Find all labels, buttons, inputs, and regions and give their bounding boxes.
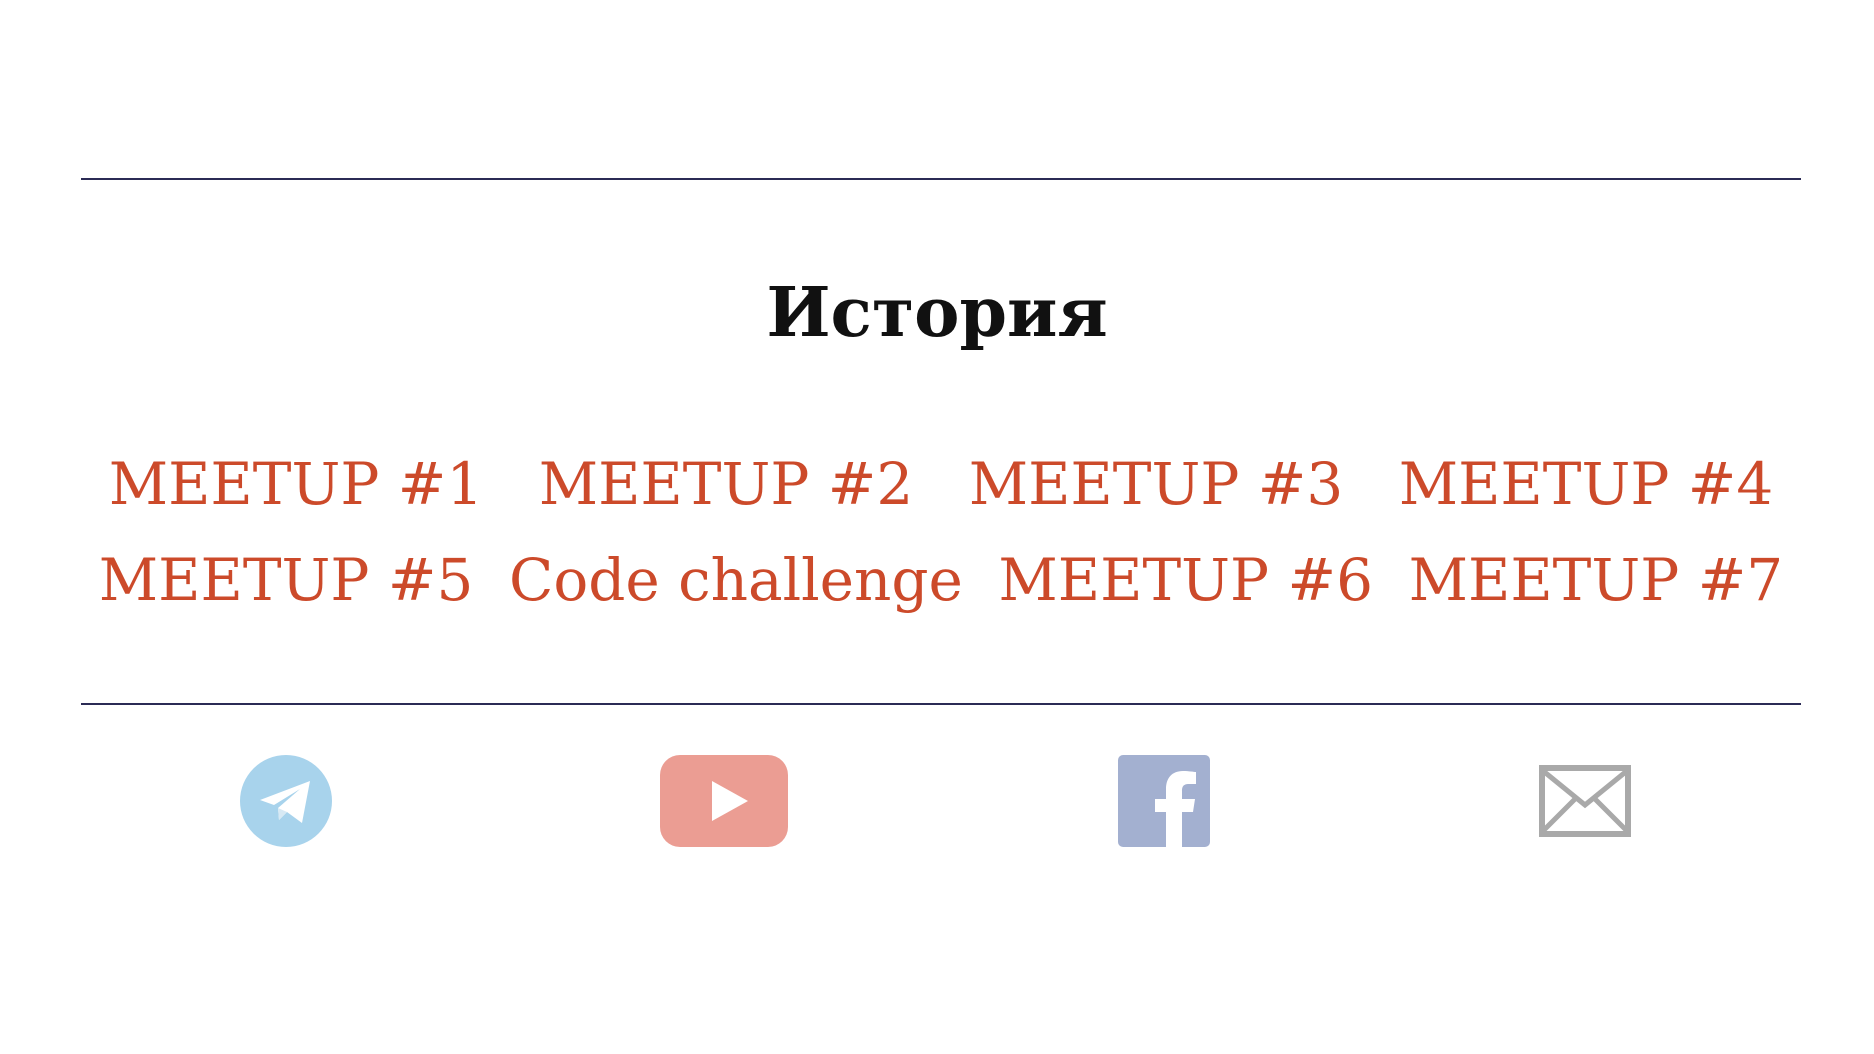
youtube-link[interactable] xyxy=(658,753,790,849)
meetup-4-link[interactable]: MEETUP #4 xyxy=(1399,436,1774,532)
top-divider xyxy=(81,178,1801,180)
meetup-2-link[interactable]: MEETUP #2 xyxy=(539,436,914,532)
code-challenge-link[interactable]: Code challenge xyxy=(509,532,963,628)
bottom-divider xyxy=(81,703,1801,705)
email-link[interactable] xyxy=(1537,753,1633,849)
meetup-6-link[interactable]: MEETUP #6 xyxy=(998,532,1373,628)
history-links: MEETUP #1 MEETUP #2 MEETUP #3 MEETUP #4 … xyxy=(81,436,1801,628)
history-links-row-1: MEETUP #1 MEETUP #2 MEETUP #3 MEETUP #4 xyxy=(81,436,1801,532)
social-links xyxy=(0,753,1874,849)
youtube-icon xyxy=(660,755,788,847)
telegram-link[interactable] xyxy=(238,753,334,849)
meetup-5-link[interactable]: MEETUP #5 xyxy=(99,532,474,628)
meetup-7-link[interactable]: MEETUP #7 xyxy=(1409,532,1784,628)
facebook-icon xyxy=(1118,755,1210,847)
facebook-link[interactable] xyxy=(1116,753,1212,849)
history-links-row-2: MEETUP #5 Code challenge MEETUP #6 MEETU… xyxy=(81,532,1801,628)
meetup-3-link[interactable]: MEETUP #3 xyxy=(969,436,1344,532)
history-title: История xyxy=(766,273,1108,353)
telegram-icon xyxy=(240,755,332,847)
meetup-1-link[interactable]: MEETUP #1 xyxy=(109,436,484,532)
email-icon xyxy=(1539,765,1631,837)
